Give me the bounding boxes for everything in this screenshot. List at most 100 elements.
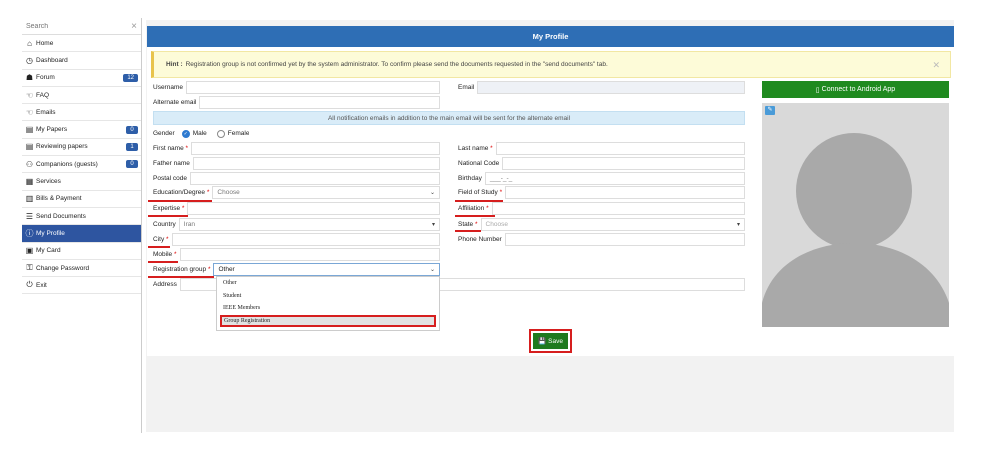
country-value: Iran <box>183 221 195 228</box>
state-label-text: State <box>458 221 474 228</box>
phone-label: Phone Number <box>458 236 502 243</box>
national-code-input[interactable] <box>502 157 745 170</box>
first-name-label-text: First name <box>153 145 184 152</box>
alt-email-input[interactable] <box>199 96 440 109</box>
sidebar-item-dashboard[interactable]: ◷ Dashboard <box>22 52 141 70</box>
sidebar-item-services[interactable]: ▦ Services <box>22 173 141 191</box>
affiliation-input[interactable] <box>491 202 745 215</box>
sidebar-item-label: FAQ <box>36 91 50 99</box>
username-input[interactable] <box>185 81 440 94</box>
expertise-label: Expertise * <box>153 205 187 212</box>
expertise-input[interactable] <box>187 202 440 215</box>
avatar: ✎ <box>762 103 949 327</box>
expertise-label-text: Expertise <box>153 205 181 212</box>
last-name-row: Last name * <box>458 142 745 155</box>
save-label: Save <box>548 337 563 345</box>
country-label: Country <box>153 221 176 228</box>
clear-search-icon[interactable]: × <box>131 21 137 32</box>
sidebar-item-change-password[interactable]: ⚿ Change Password <box>22 260 141 278</box>
mobile-label-text: Mobile <box>153 251 173 258</box>
caret-down-icon: ▾ <box>431 222 435 228</box>
username-row: Username <box>153 81 440 94</box>
email-input[interactable] <box>477 81 745 94</box>
postal-code-input[interactable] <box>189 172 440 185</box>
sidebar-item-emails[interactable]: ☜ Emails <box>22 104 141 122</box>
sidebar-item-label: Change Password <box>36 264 90 272</box>
sidebar-item-label: Companions (guests) <box>36 160 98 168</box>
sidebar-item-bills-payment[interactable]: ▥ Bills & Payment <box>22 191 141 208</box>
education-label: Education/Degree * <box>153 189 212 196</box>
birthday-input[interactable]: ___-_-_ <box>484 172 745 185</box>
sidebar-item-my-profile[interactable]: ⓘ My Profile <box>22 225 141 243</box>
affiliation-label-text: Affiliation <box>458 205 485 212</box>
exit-icon: ⏻ <box>26 280 33 290</box>
edit-photo-icon[interactable]: ✎ <box>765 106 775 115</box>
connect-android-button[interactable]: ▯ Connect to Android App <box>762 81 949 98</box>
save-highlight: 💾 Save <box>529 329 572 353</box>
country-row: Country Iran ▾ <box>153 218 440 231</box>
dashboard-icon: ◷ <box>26 55 33 65</box>
count-badge: 0 <box>126 125 138 134</box>
count-badge: 0 <box>126 160 138 169</box>
sidebar-item-label: My Profile <box>36 229 65 237</box>
father-name-row: Father name <box>153 157 440 170</box>
gender-male-radio[interactable]: ✓ <box>181 129 190 138</box>
city-input[interactable] <box>171 233 440 246</box>
profile-icon: ⓘ <box>25 228 34 238</box>
registration-group-select[interactable]: Other ⌄ <box>213 263 440 276</box>
home-icon: ⌂ <box>27 38 32 48</box>
save-button[interactable]: 💾 Save <box>533 333 568 349</box>
father-name-label: Father name <box>153 160 190 167</box>
dropdown-option[interactable]: IEEE Members <box>217 302 439 315</box>
father-name-input[interactable] <box>192 157 440 170</box>
sidebar: × ⌂Home◷Dashboard☗Forum12☜FAQ☜Emails▤My … <box>22 18 142 433</box>
dropdown-option[interactable]: Other <box>217 277 439 290</box>
sidebar-item-my-card[interactable]: ▣ My Card <box>22 243 141 260</box>
education-select[interactable]: Choose ⌄ <box>212 186 440 199</box>
state-label: State * <box>458 221 481 228</box>
sidebar-item-companions-guests[interactable]: ⚇ Companions (guests) 0 <box>22 156 141 174</box>
country-select[interactable]: Iran ▾ <box>178 218 440 231</box>
state-row: State * Choose ▾ <box>458 218 745 231</box>
last-name-label-text: Last name <box>458 145 489 152</box>
first-name-input[interactable] <box>191 142 440 155</box>
national-code-label: National Code <box>458 160 500 167</box>
count-badge: 12 <box>123 73 138 82</box>
dropdown-option[interactable]: Group Registration <box>220 314 436 327</box>
highlight-underline <box>455 215 495 217</box>
last-name-input[interactable] <box>495 142 745 155</box>
registration-group-dropdown: Other Student IEEE Members Group Registrati… <box>216 276 440 331</box>
gender-label: Gender <box>153 130 175 137</box>
chevron-down-icon: ⌄ <box>429 190 435 196</box>
search-input[interactable] <box>26 22 132 30</box>
mobile-input[interactable] <box>179 248 440 261</box>
sidebar-item-label: Dashboard <box>36 56 68 64</box>
connect-android-label: Connect to Android App <box>821 86 896 93</box>
sidebar-item-reviewing-papers[interactable]: ▤ Reviewing papers 1 <box>22 139 141 157</box>
affiliation-label: Affiliation * <box>458 205 492 212</box>
phone-input[interactable] <box>504 233 745 246</box>
dropdown-option[interactable]: Student <box>217 290 439 303</box>
field-of-study-input[interactable] <box>505 186 745 199</box>
services-icon: ▦ <box>25 177 34 187</box>
sidebar-item-send-documents[interactable]: ☰ Send Documents <box>22 208 141 226</box>
close-icon[interactable]: ✕ <box>932 60 940 71</box>
gender-female-radio[interactable] <box>216 129 225 138</box>
sidebar-item-forum[interactable]: ☗ Forum 12 <box>22 70 141 87</box>
sidebar-item-exit[interactable]: ⏻ Exit <box>22 277 141 295</box>
affiliation-row: Affiliation * <box>458 202 745 215</box>
hint-alert: Hint : Registration group is not confirm… <box>151 51 951 78</box>
birthday-label: Birthday <box>458 175 482 182</box>
sidebar-item-home[interactable]: ⌂ Home <box>22 35 141 53</box>
field-of-study-row: Field of Study * <box>458 186 745 199</box>
sidebar-item-label: My Card <box>36 247 61 255</box>
sidebar-item-my-papers[interactable]: ▤ My Papers 0 <box>22 121 141 139</box>
highlight-underline <box>455 230 481 232</box>
sidebar-item-faq[interactable]: ☜ FAQ <box>22 87 141 105</box>
state-select[interactable]: Choose ▾ <box>480 218 745 231</box>
city-label: City * <box>153 236 172 243</box>
papers-icon: ▤ <box>25 125 34 135</box>
registration-group-value: Other <box>218 266 235 273</box>
alt-email-label: Alternate email <box>153 99 197 106</box>
phone-icon: ▯ <box>815 86 820 94</box>
